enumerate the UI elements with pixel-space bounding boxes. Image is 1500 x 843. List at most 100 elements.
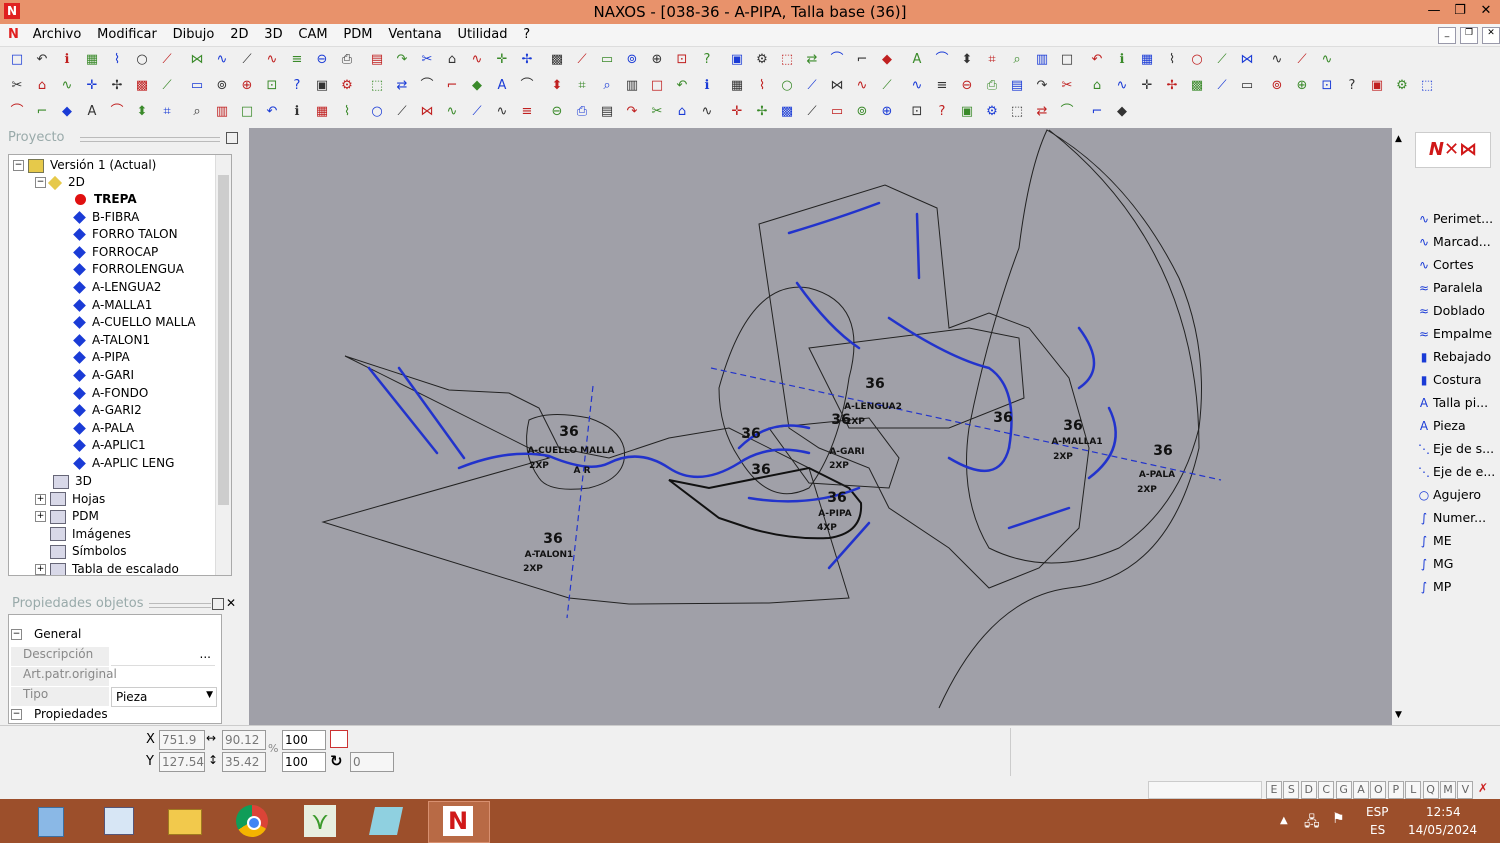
- tree-piece[interactable]: A-PALA: [73, 420, 134, 437]
- tree-piece[interactable]: TREPA: [75, 191, 137, 208]
- toolbar-tool-icon[interactable]: ∿: [698, 103, 716, 121]
- status-flag[interactable]: V: [1457, 781, 1474, 799]
- toolbar-tool-icon[interactable]: □: [1058, 51, 1076, 69]
- tree-piece[interactable]: A-APLIC1: [73, 437, 146, 454]
- menu-dibujo[interactable]: Dibujo: [167, 24, 221, 46]
- pattern-drawing[interactable]: 36 A-CUELLO MALLA 2XP A R 36 A-TALON1 2X…: [249, 128, 1392, 725]
- toolbar-tool-icon[interactable]: ↶: [1088, 51, 1106, 69]
- toolbar-tool-icon[interactable]: ◆: [58, 103, 76, 121]
- canvas-vertical-scrollbar[interactable]: ▲ ▼: [1392, 128, 1409, 725]
- toolbar-tool-icon[interactable]: ⊖: [313, 51, 331, 69]
- toolbar-tool-icon[interactable]: ▣: [728, 51, 746, 69]
- toolbar-tool-icon[interactable]: ⋈: [828, 77, 846, 95]
- toolbar-tool-icon[interactable]: A: [908, 51, 926, 69]
- toolbar-tool-icon[interactable]: ↷: [623, 103, 641, 121]
- toolbar-tool-icon[interactable]: ▩: [1188, 77, 1206, 95]
- toolbar-tool-icon[interactable]: ⌗: [983, 51, 1001, 69]
- toolbar-tool-icon[interactable]: ⇄: [1033, 103, 1051, 121]
- toolbar-tool-icon[interactable]: ⌇: [753, 77, 771, 95]
- toolbar-tool-icon[interactable]: A: [493, 77, 511, 95]
- toolbar-tool-icon[interactable]: ⌂: [33, 77, 51, 95]
- scale-x-field[interactable]: 100: [282, 730, 326, 750]
- menu-3d[interactable]: 3D: [258, 24, 288, 46]
- toolbar-tool-icon[interactable]: ⟋: [238, 51, 256, 69]
- x-field[interactable]: 751.9: [159, 730, 205, 750]
- toolbar-tool-icon[interactable]: ⌇: [108, 51, 126, 69]
- toolbar-tool-icon[interactable]: ▥: [213, 103, 231, 121]
- toolbar-tool-icon[interactable]: ∿: [58, 77, 76, 95]
- toolbar-tool-icon[interactable]: ℹ: [1113, 51, 1131, 69]
- toolbar-tool-icon[interactable]: A: [83, 103, 101, 121]
- toolbar-tool-icon[interactable]: ▣: [1368, 77, 1386, 95]
- toolbar-tool-icon[interactable]: ℹ: [288, 103, 306, 121]
- toolbar-tool-icon[interactable]: ⇄: [393, 77, 411, 95]
- toolbar-tool-icon[interactable]: ⚙: [338, 77, 356, 95]
- toolbar-tool-icon[interactable]: ✛: [728, 103, 746, 121]
- toolbar-tool-icon[interactable]: ◆: [878, 51, 896, 69]
- close-button[interactable]: ✕: [1472, 0, 1500, 22]
- toolbar-tool-icon[interactable]: ∿: [1113, 77, 1131, 95]
- props-dock-button[interactable]: [212, 598, 224, 610]
- toolbar-tool-icon[interactable]: ↶: [33, 51, 51, 69]
- tree-piece[interactable]: A-PIPA: [73, 349, 130, 366]
- toolbar-tool-icon[interactable]: ∿: [443, 103, 461, 121]
- dropdown-arrow-icon[interactable]: ▼: [206, 690, 213, 700]
- tree-piece[interactable]: A-FONDO: [73, 385, 148, 402]
- toolbar-tool-icon[interactable]: ⊡: [908, 103, 926, 121]
- tool-item[interactable]: ∿ Cortes: [1415, 254, 1500, 276]
- descripcion-field[interactable]: ...: [111, 647, 215, 666]
- panel-dock-button[interactable]: [226, 132, 238, 144]
- toolbar-tool-icon[interactable]: ⎙: [983, 77, 1001, 95]
- network-icon[interactable]: 🖧: [1304, 811, 1320, 835]
- status-flag[interactable]: O: [1370, 781, 1387, 799]
- toolbar-tool-icon[interactable]: ⌕: [188, 103, 206, 121]
- y-field[interactable]: 127.54: [159, 752, 205, 772]
- toolbar-tool-icon[interactable]: ⌒: [933, 51, 951, 69]
- toolbar-tool-icon[interactable]: ∿: [263, 51, 281, 69]
- menu-cam[interactable]: CAM: [292, 24, 333, 46]
- tree-piece[interactable]: A-GARI2: [73, 402, 142, 419]
- toolbar-tool-icon[interactable]: ◆: [468, 77, 486, 95]
- tree-scroll-thumb[interactable]: [218, 175, 229, 505]
- minimize-button[interactable]: —: [1420, 0, 1448, 22]
- tree-section[interactable]: Símbolos: [35, 543, 127, 560]
- toolbar-tool-icon[interactable]: ≡: [288, 51, 306, 69]
- toolbar-tool-icon[interactable]: ▭: [1238, 77, 1256, 95]
- tree-piece[interactable]: B-FIBRA: [73, 209, 139, 226]
- toolbar-tool-icon[interactable]: ↶: [263, 103, 281, 121]
- toolbar-tool-icon[interactable]: ✢: [108, 77, 126, 95]
- menu-modificar[interactable]: Modificar: [91, 24, 163, 46]
- rotate-icon[interactable]: ↻: [330, 752, 343, 770]
- toolbar-tool-icon[interactable]: ▤: [1008, 77, 1026, 95]
- tree-piece[interactable]: A-APLIC LENG: [73, 455, 174, 472]
- toolbar-tool-icon[interactable]: ▤: [598, 103, 616, 121]
- tool-item[interactable]: ▮ Costura: [1415, 369, 1500, 391]
- toolbar-tool-icon[interactable]: ○: [778, 77, 796, 95]
- toolbar-tool-icon[interactable]: ⊡: [1318, 77, 1336, 95]
- toolbar-tool-icon[interactable]: ⌒: [828, 51, 846, 69]
- toolbar-tool-icon[interactable]: ⟋: [393, 103, 411, 121]
- toolbar-tool-icon[interactable]: ⌕: [598, 77, 616, 95]
- tool-item[interactable]: ▮ Rebajado: [1415, 346, 1500, 368]
- toolbar-tool-icon[interactable]: ↷: [393, 51, 411, 69]
- toolbar-tool-icon[interactable]: ↷: [1033, 77, 1051, 95]
- tool-item[interactable]: ⋱ Eje de e...: [1415, 461, 1500, 483]
- toolbar-tool-icon[interactable]: ▩: [133, 77, 151, 95]
- calculator-taskbar-icon[interactable]: [20, 801, 80, 841]
- toolbar-tool-icon[interactable]: ✂: [418, 51, 436, 69]
- toolbar-tool-icon[interactable]: ▩: [778, 103, 796, 121]
- toolbar-tool-icon[interactable]: ⬚: [1418, 77, 1436, 95]
- toolbar-tool-icon[interactable]: ⟋: [158, 77, 176, 95]
- tree-section[interactable]: + Hojas: [35, 491, 105, 508]
- tree-piece[interactable]: FORRO TALON: [73, 226, 178, 243]
- toolbar-tool-icon[interactable]: ↶: [673, 77, 691, 95]
- toolbar-tool-icon[interactable]: ⋈: [188, 51, 206, 69]
- toolbar-tool-icon[interactable]: ∿: [1268, 51, 1286, 69]
- toolbar-tool-icon[interactable]: ✛: [493, 51, 511, 69]
- tree-section[interactable]: + Tabla de escalado: [35, 561, 179, 575]
- toolbar-tool-icon[interactable]: ✂: [8, 77, 26, 95]
- tipo-select[interactable]: Pieza ▼: [111, 687, 217, 707]
- toolbar-tool-icon[interactable]: ▥: [1033, 51, 1051, 69]
- flag-icon[interactable]: ⚑: [1332, 811, 1345, 827]
- tool-item[interactable]: ∫ ME: [1415, 530, 1500, 552]
